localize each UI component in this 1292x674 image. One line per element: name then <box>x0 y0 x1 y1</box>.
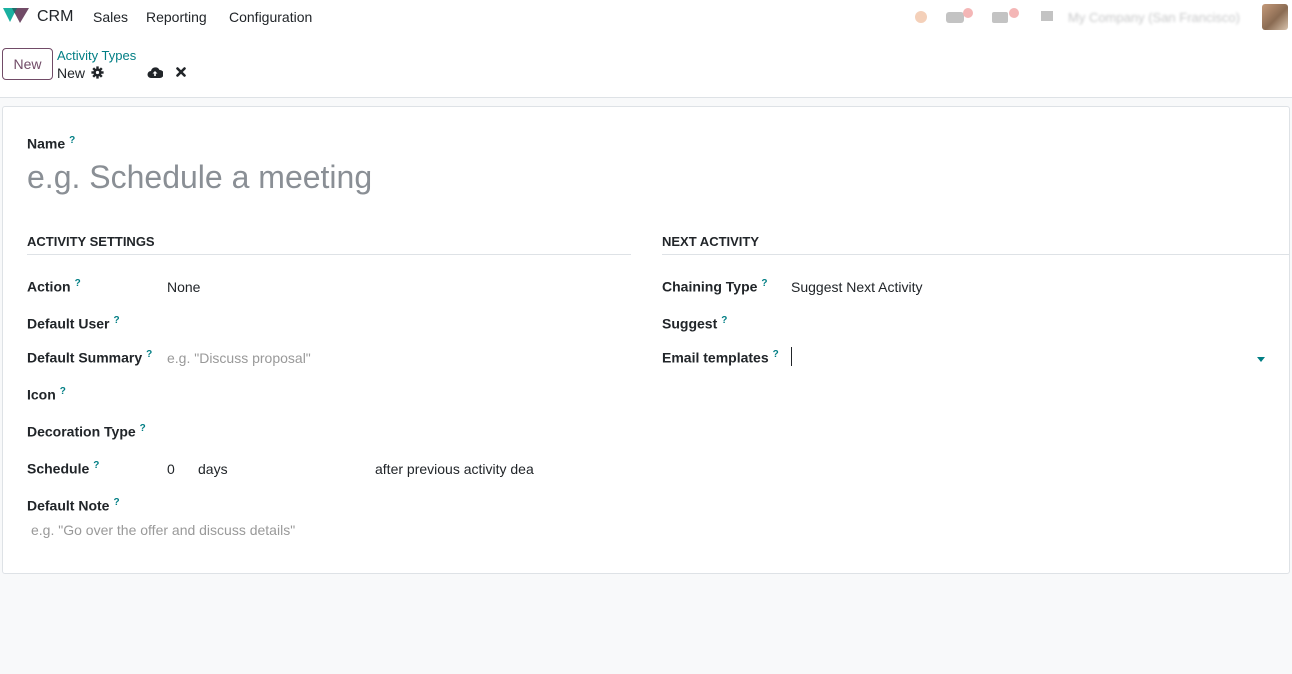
schedule-label: Schedule? <box>27 460 100 477</box>
action-select[interactable]: None <box>167 279 200 295</box>
chevron-down-icon[interactable] <box>1257 357 1265 362</box>
help-icon[interactable]: ? <box>146 349 152 360</box>
debug-icon[interactable] <box>912 8 930 24</box>
help-icon[interactable]: ? <box>113 315 119 326</box>
help-icon[interactable]: ? <box>721 315 727 326</box>
chaining-type-select[interactable]: Suggest Next Activity <box>791 279 923 295</box>
action-label: Action? <box>27 278 81 295</box>
chaining-type-label: Chaining Type? <box>662 278 768 295</box>
close-icon[interactable] <box>176 67 186 77</box>
name-label: Name? <box>27 135 76 152</box>
help-icon[interactable]: ? <box>773 349 779 360</box>
app-name[interactable]: CRM <box>37 8 73 26</box>
cloud-upload-icon[interactable] <box>147 66 163 79</box>
decoration-type-label: Decoration Type? <box>27 423 146 440</box>
email-templates-input[interactable] <box>791 347 792 366</box>
menu-sales[interactable]: Sales <box>93 9 128 25</box>
default-note-label: Default Note? <box>27 497 120 514</box>
crm-logo-icon[interactable] <box>3 6 31 26</box>
user-avatar[interactable] <box>1262 4 1288 30</box>
help-icon[interactable]: ? <box>60 386 66 397</box>
activity-settings-heading: ACTIVITY SETTINGS <box>27 234 631 255</box>
default-summary-label: Default Summary? <box>27 349 153 366</box>
schedule-from-select[interactable]: after previous activity dea <box>375 461 534 477</box>
record-title: New <box>57 65 86 81</box>
help-icon[interactable]: ? <box>113 497 119 508</box>
top-navbar: CRM Sales Reporting Configuration My Com… <box>0 0 1292 34</box>
help-icon[interactable]: ? <box>75 278 81 289</box>
help-icon[interactable]: ? <box>761 278 767 289</box>
default-note-input[interactable]: e.g. "Go over the offer and discuss deta… <box>31 522 295 538</box>
next-activity-heading: NEXT ACTIVITY <box>662 234 1290 255</box>
name-input[interactable]: e.g. Schedule a meeting <box>27 159 372 196</box>
menu-configuration[interactable]: Configuration <box>229 9 312 25</box>
email-templates-label: Email templates? <box>662 349 779 366</box>
form-sheet: Name? e.g. Schedule a meeting ACTIVITY S… <box>2 106 1290 574</box>
breadcrumb-activity-types[interactable]: Activity Types <box>57 48 136 63</box>
help-icon[interactable]: ? <box>93 460 99 471</box>
control-panel: New Activity Types New <box>0 34 1292 98</box>
schedule-unit-select[interactable]: days <box>198 461 228 477</box>
activity-icon[interactable] <box>992 8 1024 24</box>
company-switcher[interactable]: My Company (San Francisco) <box>1068 10 1240 25</box>
default-summary-input[interactable]: e.g. "Discuss proposal" <box>167 350 311 366</box>
help-icon[interactable]: ? <box>140 423 146 434</box>
gear-icon[interactable] <box>91 66 104 79</box>
default-user-label: Default User? <box>27 315 120 332</box>
settings-icon[interactable] <box>1040 8 1054 24</box>
icon-label: Icon? <box>27 386 66 403</box>
suggest-label: Suggest? <box>662 315 728 332</box>
chat-icon[interactable] <box>946 8 976 24</box>
menu-reporting[interactable]: Reporting <box>146 9 207 25</box>
help-icon[interactable]: ? <box>69 135 75 146</box>
schedule-delay-input[interactable]: 0 <box>167 461 175 477</box>
new-button[interactable]: New <box>2 48 53 80</box>
